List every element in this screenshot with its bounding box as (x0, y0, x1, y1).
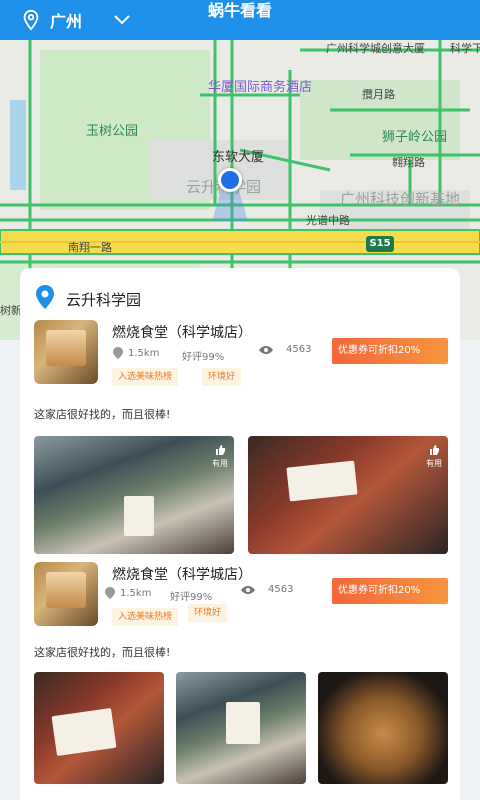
eye-icon (259, 345, 273, 354)
thumbs-up-icon (216, 445, 225, 455)
map-label-dongruan: 东软大厦 (212, 150, 265, 165)
map-label-shuxu: 树新 (0, 304, 22, 317)
review-photo-freezer[interactable] (176, 672, 306, 784)
rating: 好评99% (170, 592, 213, 603)
thumbs-up-icon (430, 445, 439, 455)
shop-name[interactable]: 燃烧食堂（科学城店） (112, 322, 252, 342)
current-location-icon[interactable] (218, 168, 242, 192)
useful-badge[interactable]: 有用 (426, 444, 442, 469)
place-header: 云升科学园 (34, 284, 141, 314)
review-text: 这家店很好找的，而且很棒! (34, 646, 171, 659)
rating: 好评99% (182, 352, 225, 363)
map-label-panyue: 攬月路 (362, 88, 395, 101)
place-card: 云升科学园 燃烧食堂（科学城店） 1.5km 好评99% 4563 入选美味热榜… (20, 268, 460, 800)
place-title: 云升科学园 (66, 290, 142, 309)
environment-tag: 环境好 (202, 368, 242, 386)
distance-pin-icon (105, 587, 115, 599)
shop-name[interactable]: 燃烧食堂（科学城店） (112, 564, 252, 584)
review-photo-meat[interactable] (318, 672, 448, 784)
distance-value: 1.5km (120, 587, 152, 599)
distance: 1.5km (112, 346, 159, 360)
map-label-park: 玉树公园 (86, 124, 139, 139)
map-label-nanxiang: 南翔一路 (68, 241, 112, 254)
map-label-science-city: 广州科学城创意大厦 (326, 42, 425, 55)
distance-value: 1.5km (128, 347, 160, 359)
location-marker-icon (34, 284, 56, 314)
shop-thumbnail[interactable] (34, 320, 98, 384)
coupon-button[interactable]: 优惠券可折扣20% (332, 338, 448, 364)
hot-list-tag: 入选美味热榜 (112, 608, 179, 626)
views-count: 4563 (286, 344, 312, 355)
map-label-science-base: 广州科技创新基地 (340, 190, 461, 208)
distance: 1.5km (104, 586, 151, 600)
views: 4563 (258, 344, 311, 355)
coupon-button[interactable]: 优惠券可折扣20% (332, 578, 448, 604)
hot-list-tag: 入选美味热榜 (112, 368, 179, 386)
map-label-panli: 翱翔路 (392, 156, 425, 169)
shop-thumbnail[interactable] (34, 562, 98, 626)
review-photo-freezer[interactable]: 有用 (34, 436, 234, 554)
useful-badge[interactable]: 有用 (212, 444, 228, 469)
review-photo-juice[interactable]: 有用 (248, 436, 448, 554)
page-title: 蜗牛看看 (207, 1, 272, 20)
views-count: 4563 (268, 584, 294, 595)
distance-pin-icon (113, 347, 123, 359)
highway-shield: S15 (366, 236, 394, 252)
map-label-hotel: 华厦国际商务酒店 (208, 80, 313, 95)
environment-tag: 环境好 (188, 604, 228, 622)
top-header: 广州 蜗牛看看 (0, 0, 480, 40)
review-text: 这家店很好找的，而且很棒! (34, 408, 171, 421)
views: 4563 (240, 584, 293, 595)
review-photo-juice[interactable] (34, 672, 164, 784)
map-label-guangpu: 光谱中路 (306, 214, 350, 227)
map-label-shizigong: 狮子岭公园 (382, 130, 448, 145)
map-label-science-edge: 科学下 (450, 42, 480, 55)
eye-icon (241, 585, 255, 594)
